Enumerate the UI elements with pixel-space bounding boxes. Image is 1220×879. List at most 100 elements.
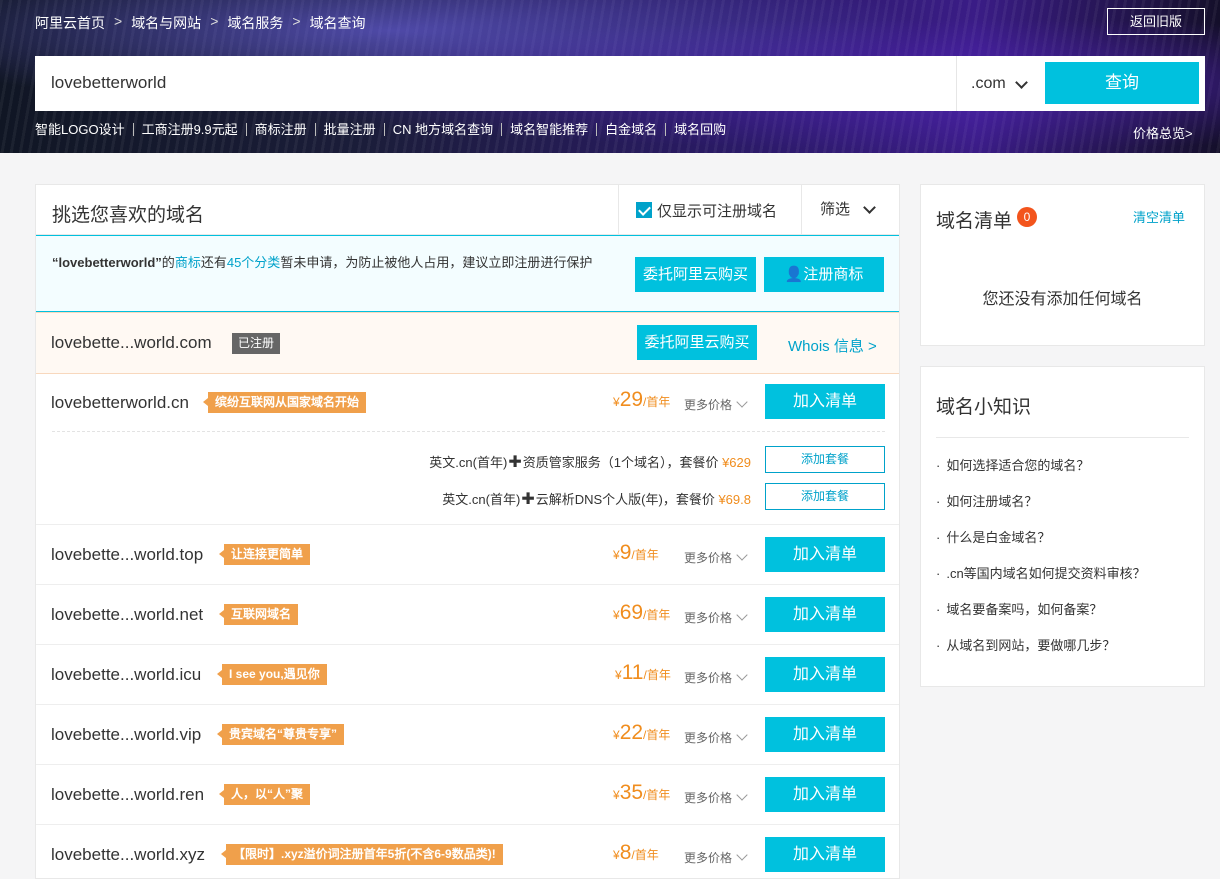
only-available-toggle[interactable]: 仅显示可注册域名 <box>618 185 801 235</box>
register-trademark-button[interactable]: 👤注册商标 <box>764 257 884 292</box>
plus-icon: ✚ <box>508 454 522 471</box>
add-to-list-button[interactable]: 加入清单 <box>765 384 885 419</box>
domain-row: lovebette...world.icu I see you,遇见你 ¥11/… <box>36 645 899 705</box>
results-header: 挑选您喜欢的域名 仅显示可注册域名 筛选 <box>36 185 899 235</box>
domain-tag: 【限时】.xyz溢价词注册首年5折(不含6-9数品类)! <box>221 844 503 865</box>
more-price-label: 更多价格 <box>684 671 733 685</box>
notice-text: 还有 <box>200 255 227 270</box>
domain-row: lovebette...world.top 让连接更简单 ¥9/首年 更多价格 … <box>36 525 899 585</box>
divider <box>52 431 885 432</box>
header-banner: 阿里云首页 > 域名与网站 > 域名服务 > 域名查询 返回旧版 .com 查询… <box>0 0 1220 153</box>
add-to-list-button[interactable]: 加入清单 <box>765 657 885 692</box>
price-value: 29 <box>619 388 644 411</box>
delegate-buy-button[interactable]: 委托阿里云购买 <box>637 325 757 360</box>
knowledge-item[interactable]: .cn等国内域名如何提交资料审核？ <box>936 564 1145 600</box>
quick-link-trademark[interactable]: 商标注册 <box>245 123 315 136</box>
domain-cart-panel: 域名清单 0 清空清单 您还没有添加任何域名 <box>920 184 1205 346</box>
whois-link[interactable]: Whois 信息 > <box>788 335 877 356</box>
domain-tag: I see you,遇见你 <box>217 664 327 685</box>
domain-name: lovebette...world.icu <box>51 665 202 684</box>
trademark-link[interactable]: 商标 <box>175 255 201 270</box>
domain-price: ¥29/首年 <box>613 388 670 412</box>
register-trademark-label: 注册商标 <box>803 266 864 283</box>
return-old-version-button[interactable]: 返回旧版 <box>1107 8 1205 35</box>
more-price-dropdown[interactable]: 更多价格 <box>684 849 748 866</box>
breadcrumb-domain-search[interactable]: 域名查询 <box>310 13 366 33</box>
filter-label: 筛选 <box>820 201 851 218</box>
domain-knowledge-panel: 域名小知识 如何选择适合您的域名？ 如何注册域名？ 什么是白金域名？ .cn等国… <box>920 366 1205 687</box>
price-unit: /首年 <box>631 548 659 562</box>
quick-links: 智能LOGO设计 工商注册9.9元起 商标注册 批量注册 CN 地方域名查询 域… <box>35 123 734 136</box>
bundle-price: ¥629 <box>722 455 751 470</box>
more-price-label: 更多价格 <box>684 791 733 805</box>
quick-link-logo[interactable]: 智能LOGO设计 <box>35 123 133 136</box>
breadcrumb-home[interactable]: 阿里云首页 <box>35 13 105 33</box>
add-to-list-button[interactable]: 加入清单 <box>765 717 885 752</box>
currency: ¥ <box>613 548 620 562</box>
chevron-down-icon <box>736 729 748 741</box>
more-price-dropdown[interactable]: 更多价格 <box>684 396 748 413</box>
domain-tag: 让连接更简单 <box>218 544 311 565</box>
trademark-notice-text: “lovebetterworld”的商标还有45个分类暂未申请，为防止被他人占用… <box>52 251 632 274</box>
knowledge-item[interactable]: 如何选择适合您的域名？ <box>936 456 1146 492</box>
quick-link-cn-local[interactable]: CN 地方域名查询 <box>383 123 501 136</box>
chevron-down-icon <box>736 789 748 801</box>
domain-name: lovebetterworld.cn <box>51 393 189 412</box>
breadcrumb-domain-service[interactable]: 域名服务 <box>227 13 283 33</box>
price-overview-link[interactable]: 价格总览> <box>1133 123 1193 142</box>
add-to-list-button[interactable]: 加入清单 <box>765 777 885 812</box>
currency: ¥ <box>613 848 620 862</box>
registered-tag: 已注册 <box>232 333 281 354</box>
filter-dropdown[interactable]: 筛选 <box>801 185 899 235</box>
cart-empty-message: 您还没有添加任何域名 <box>982 291 1143 308</box>
price-value: 8 <box>619 841 632 864</box>
add-bundle-button[interactable]: 添加套餐 <box>765 446 885 473</box>
price-unit: /首年 <box>643 668 671 682</box>
more-price-label: 更多价格 <box>684 851 733 865</box>
domain-tag: 人，以“人”聚 <box>218 784 311 805</box>
knowledge-item[interactable]: 域名要备案吗，如何备案？ <box>936 600 1146 636</box>
cart-title: 域名清单 <box>936 211 1013 232</box>
add-to-list-button[interactable]: 加入清单 <box>765 837 885 872</box>
add-bundle-button[interactable]: 添加套餐 <box>765 483 885 510</box>
search-button[interactable]: 查询 <box>1045 62 1199 104</box>
price-value: 9 <box>619 541 632 564</box>
categories-link[interactable]: 45个分类 <box>227 255 280 270</box>
add-to-list-button[interactable]: 加入清单 <box>765 537 885 572</box>
domain-tag: 互联网域名 <box>218 604 299 625</box>
knowledge-item[interactable]: 什么是白金域名？ <box>936 528 1146 564</box>
results-title: 挑选您喜欢的域名 <box>52 205 205 226</box>
only-available-label: 仅显示可注册域名 <box>657 202 778 220</box>
currency: ¥ <box>613 788 620 802</box>
more-price-dropdown[interactable]: 更多价格 <box>684 549 748 566</box>
domain-results-panel: 挑选您喜欢的域名 仅显示可注册域名 筛选 “lovebetterworld”的商… <box>35 184 900 879</box>
breadcrumb-domain-website[interactable]: 域名与网站 <box>131 13 201 33</box>
price-value: 11 <box>621 661 644 684</box>
checkbox-checked-icon[interactable] <box>636 202 652 218</box>
knowledge-item[interactable]: 如何注册域名？ <box>936 492 1146 528</box>
more-price-dropdown[interactable]: 更多价格 <box>684 669 748 686</box>
price-unit: /首年 <box>643 728 671 742</box>
clear-cart-link[interactable]: 清空清单 <box>1133 207 1185 226</box>
quick-link-buyback[interactable]: 域名回购 <box>665 123 734 136</box>
price-value: 35 <box>619 781 644 804</box>
more-price-dropdown[interactable]: 更多价格 <box>684 789 748 806</box>
chevron-down-icon <box>736 549 748 561</box>
add-to-list-button[interactable]: 加入清单 <box>765 597 885 632</box>
quick-link-bulk-register[interactable]: 批量注册 <box>314 123 384 136</box>
more-price-dropdown[interactable]: 更多价格 <box>684 609 748 626</box>
knowledge-item[interactable]: 从域名到网站，要做哪几步？ <box>936 636 1146 672</box>
quick-link-smart-recommend[interactable]: 域名智能推荐 <box>501 123 596 136</box>
tld-select-value: .com <box>971 75 1006 92</box>
trademark-notice: “lovebetterworld”的商标还有45个分类暂未申请，为防止被他人占用… <box>36 235 899 312</box>
quick-link-platinum[interactable]: 白金域名 <box>596 123 665 136</box>
registered-domain-row: lovebette...world.com 已注册 委托阿里云购买 Whois … <box>36 312 899 374</box>
tld-select[interactable]: .com <box>956 56 1045 111</box>
domain-price: ¥8/首年 <box>613 841 659 865</box>
bundle-text: 云解析DNS个人版(年)，套餐价 <box>535 492 715 507</box>
delegate-buy-button[interactable]: 委托阿里云购买 <box>635 257 756 292</box>
knowledge-list: 如何选择适合您的域名？ 如何注册域名？ 什么是白金域名？ .cn等国内域名如何提… <box>936 456 1146 672</box>
more-price-dropdown[interactable]: 更多价格 <box>684 729 748 746</box>
quick-link-business-registration[interactable]: 工商注册9.9元起 <box>132 123 246 136</box>
domain-search-input[interactable] <box>51 73 931 93</box>
